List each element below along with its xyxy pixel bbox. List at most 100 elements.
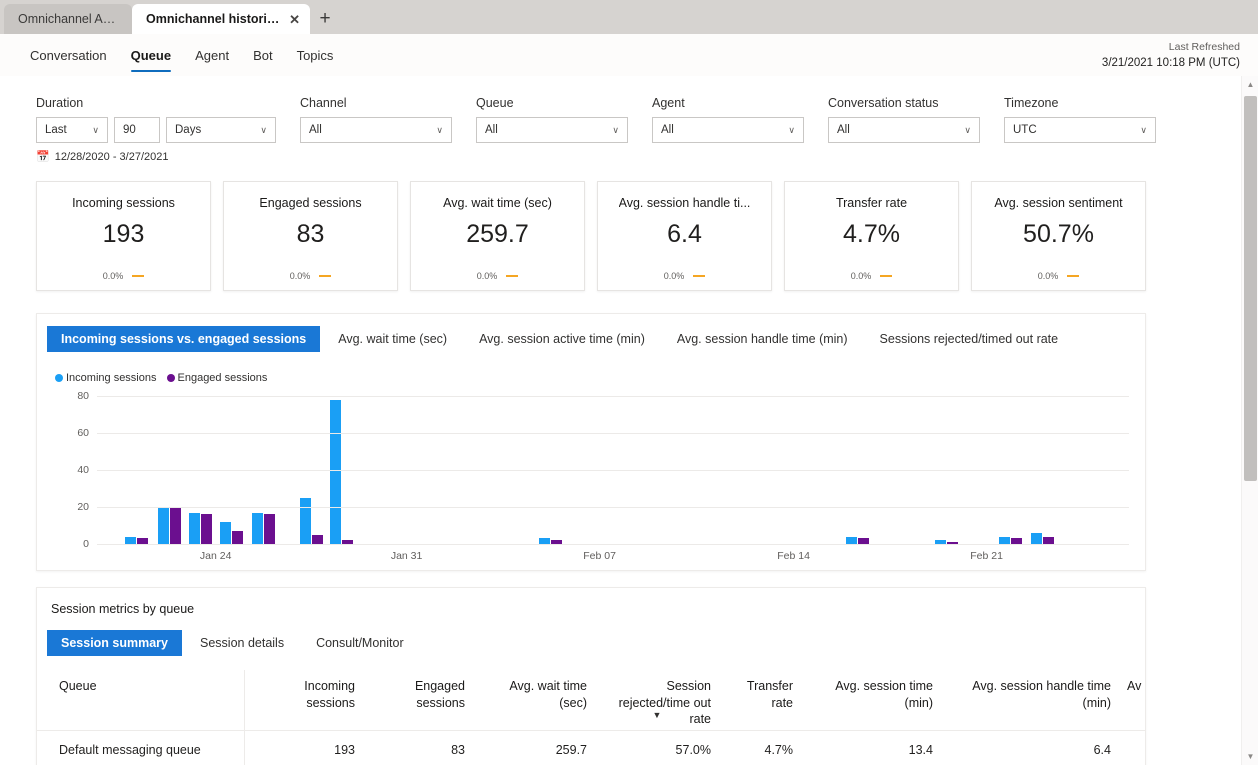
trend-flat-icon: [319, 274, 332, 278]
chevron-down-icon: ∨: [260, 124, 267, 135]
scroll-down-icon[interactable]: ▼: [1242, 748, 1258, 765]
session-metrics-grid: Queue Incoming sessions Engaged sessions Av…: [37, 670, 1145, 765]
filter-timezone-label: Timezone: [1004, 96, 1059, 110]
nav-item-queue[interactable]: Queue: [119, 34, 183, 76]
filter-bar: Duration Last ∨ 90 Days ∨ 📅 12/28/2020 -…: [0, 76, 1241, 163]
vertical-scrollbar[interactable]: ▲ ▼: [1241, 76, 1258, 765]
table-pivot[interactable]: Consult/Monitor: [302, 630, 418, 656]
duration-unit-select[interactable]: Days ∨: [166, 117, 276, 143]
duration-mode-select[interactable]: Last ∨: [36, 117, 108, 143]
kpi-card-delta: 0.0%: [103, 271, 145, 281]
filter-duration: Duration Last ∨ 90 Days ∨ 📅 12/28/2020 -…: [36, 96, 276, 163]
chart-bar[interactable]: [124, 536, 136, 544]
grid-column-header[interactable]: Engaged sessions: [363, 670, 473, 711]
chart-bar[interactable]: [231, 531, 243, 544]
kpi-card: Transfer rate 4.7% 0.0%: [784, 181, 959, 291]
grid-column-header[interactable]: Incoming sessions: [245, 670, 363, 711]
nav-item-bot[interactable]: Bot: [241, 34, 285, 76]
chart-bar[interactable]: [312, 534, 324, 544]
duration-mode-value: Last: [45, 124, 67, 136]
conversation-status-select[interactable]: All ∨: [828, 117, 980, 143]
chart-bar[interactable]: [251, 512, 263, 544]
grid-column-header-label: Engaged sessions: [414, 679, 465, 710]
chart-x-axis: Jan 24 Jan 31 Feb 07 Feb 14 Feb 21: [97, 550, 1129, 568]
chart-bar[interactable]: [998, 536, 1010, 544]
kpi-card-delta: 0.0%: [1038, 271, 1080, 281]
kpi-card-title: Avg. session sentiment: [994, 196, 1123, 210]
browser-tab-1[interactable]: Omnichannel historical an... ✕: [132, 4, 310, 34]
chart-bar[interactable]: [169, 507, 181, 544]
chart-gridline: [97, 396, 1129, 397]
legend-label: Incoming sessions: [66, 372, 157, 384]
session-metrics-title: Session metrics by queue: [51, 602, 195, 616]
chart-pivot[interactable]: Incoming sessions vs. engaged sessions: [47, 326, 321, 352]
agent-value: All: [661, 124, 674, 136]
scroll-up-icon[interactable]: ▲: [1242, 76, 1258, 93]
chart-bar[interactable]: [188, 512, 200, 544]
grid-column-header[interactable]: Avg. session time (min): [801, 670, 941, 711]
chart-bar[interactable]: [219, 521, 231, 544]
queue-select[interactable]: All ∨: [476, 117, 628, 143]
grid-column-header[interactable]: Avg. session handle time (min): [941, 670, 1119, 711]
filter-timezone: Timezone UTC ∨: [1004, 96, 1156, 163]
kpi-card-title: Avg. session handle ti...: [618, 196, 751, 210]
chart-gridline: [97, 507, 1129, 508]
nav-item-agent[interactable]: Agent: [183, 34, 241, 76]
filter-queue-label: Queue: [476, 96, 514, 110]
chart-x-tick-label: Jan 24: [199, 550, 232, 562]
kpi-card-value: 50.7%: [1023, 220, 1094, 248]
chart-bar[interactable]: [157, 507, 169, 544]
nav-item-conversation[interactable]: Conversation: [18, 34, 119, 76]
browser-tab-0[interactable]: Omnichannel Age...: [4, 4, 132, 34]
timezone-value: UTC: [1013, 124, 1037, 136]
close-icon[interactable]: ✕: [289, 13, 300, 26]
table-cell: 4.7%: [764, 742, 794, 757]
kpi-card: Incoming sessions 193 0.0%: [36, 181, 211, 291]
kpi-card: Avg. wait time (sec) 259.7 0.0%: [410, 181, 585, 291]
chevron-down-icon: ∨: [92, 124, 99, 135]
chart-pivot[interactable]: Avg. session active time (min): [465, 326, 659, 352]
new-tab-icon[interactable]: +: [310, 4, 340, 34]
nav-item-topics[interactable]: Topics: [285, 34, 346, 76]
chart-pivot[interactable]: Sessions rejected/timed out rate: [866, 326, 1073, 352]
duration-range-value: 12/28/2020 - 3/27/2021: [54, 150, 169, 163]
table-row[interactable]: Default messaging queue 193 83 259.7 57.0% 4.…: [37, 730, 1145, 765]
chart-bar[interactable]: [1042, 536, 1054, 544]
grid-column-header[interactable]: Queue: [37, 670, 245, 730]
chart-y-tick-label: 80: [77, 390, 89, 402]
chevron-down-icon: ∨: [788, 124, 795, 135]
legend-label: Engaged sessions: [177, 372, 268, 384]
chart-bar[interactable]: [200, 514, 212, 544]
chart-bar[interactable]: [846, 536, 858, 544]
chart-pivot[interactable]: Avg. wait time (sec): [324, 326, 461, 352]
chart-panel: Incoming sessions vs. engaged sessions Av…: [36, 313, 1146, 571]
chart-bar[interactable]: [300, 497, 312, 544]
kpi-card-value: 259.7: [466, 220, 529, 248]
agent-select[interactable]: All ∨: [652, 117, 804, 143]
kpi-card-title: Transfer rate: [835, 196, 908, 210]
chevron-down-icon: ∨: [1140, 124, 1147, 135]
table-pivot[interactable]: Session summary: [47, 630, 182, 656]
grid-column-header[interactable]: Av: [1119, 670, 1145, 695]
chart-pivot[interactable]: Avg. session handle time (min): [663, 326, 862, 352]
grid-column-header[interactable]: Session rejected/time out rate ▼: [595, 670, 719, 728]
chart-bar[interactable]: [1030, 532, 1042, 544]
chart-bar[interactable]: [263, 514, 275, 544]
chart-legend: Incoming sessions Engaged sessions: [37, 352, 1145, 384]
main-nav: Conversation Queue Agent Bot Topics Last…: [0, 34, 1258, 76]
kpi-card-delta-percent: 0.0%: [102, 271, 124, 281]
timezone-select[interactable]: UTC ∨: [1004, 117, 1156, 143]
scrollbar-thumb[interactable]: [1244, 96, 1257, 481]
duration-amount-value: 90: [123, 124, 136, 136]
legend-item: Engaged sessions: [166, 372, 268, 384]
duration-range: 📅 12/28/2020 - 3/27/2021: [36, 150, 276, 164]
kpi-card-delta: 0.0%: [664, 271, 706, 281]
kpi-card: Avg. session handle ti... 6.4 0.0%: [597, 181, 772, 291]
grid-column-header[interactable]: Avg. wait time (sec): [473, 670, 595, 711]
table-pivot[interactable]: Session details: [186, 630, 298, 656]
grid-column-header[interactable]: Transfer rate: [719, 670, 801, 711]
duration-amount-input[interactable]: 90: [114, 117, 160, 143]
chart-bar[interactable]: [330, 399, 342, 544]
channel-select[interactable]: All ∨: [300, 117, 452, 143]
grid-column-header-label: Av: [1127, 679, 1142, 693]
